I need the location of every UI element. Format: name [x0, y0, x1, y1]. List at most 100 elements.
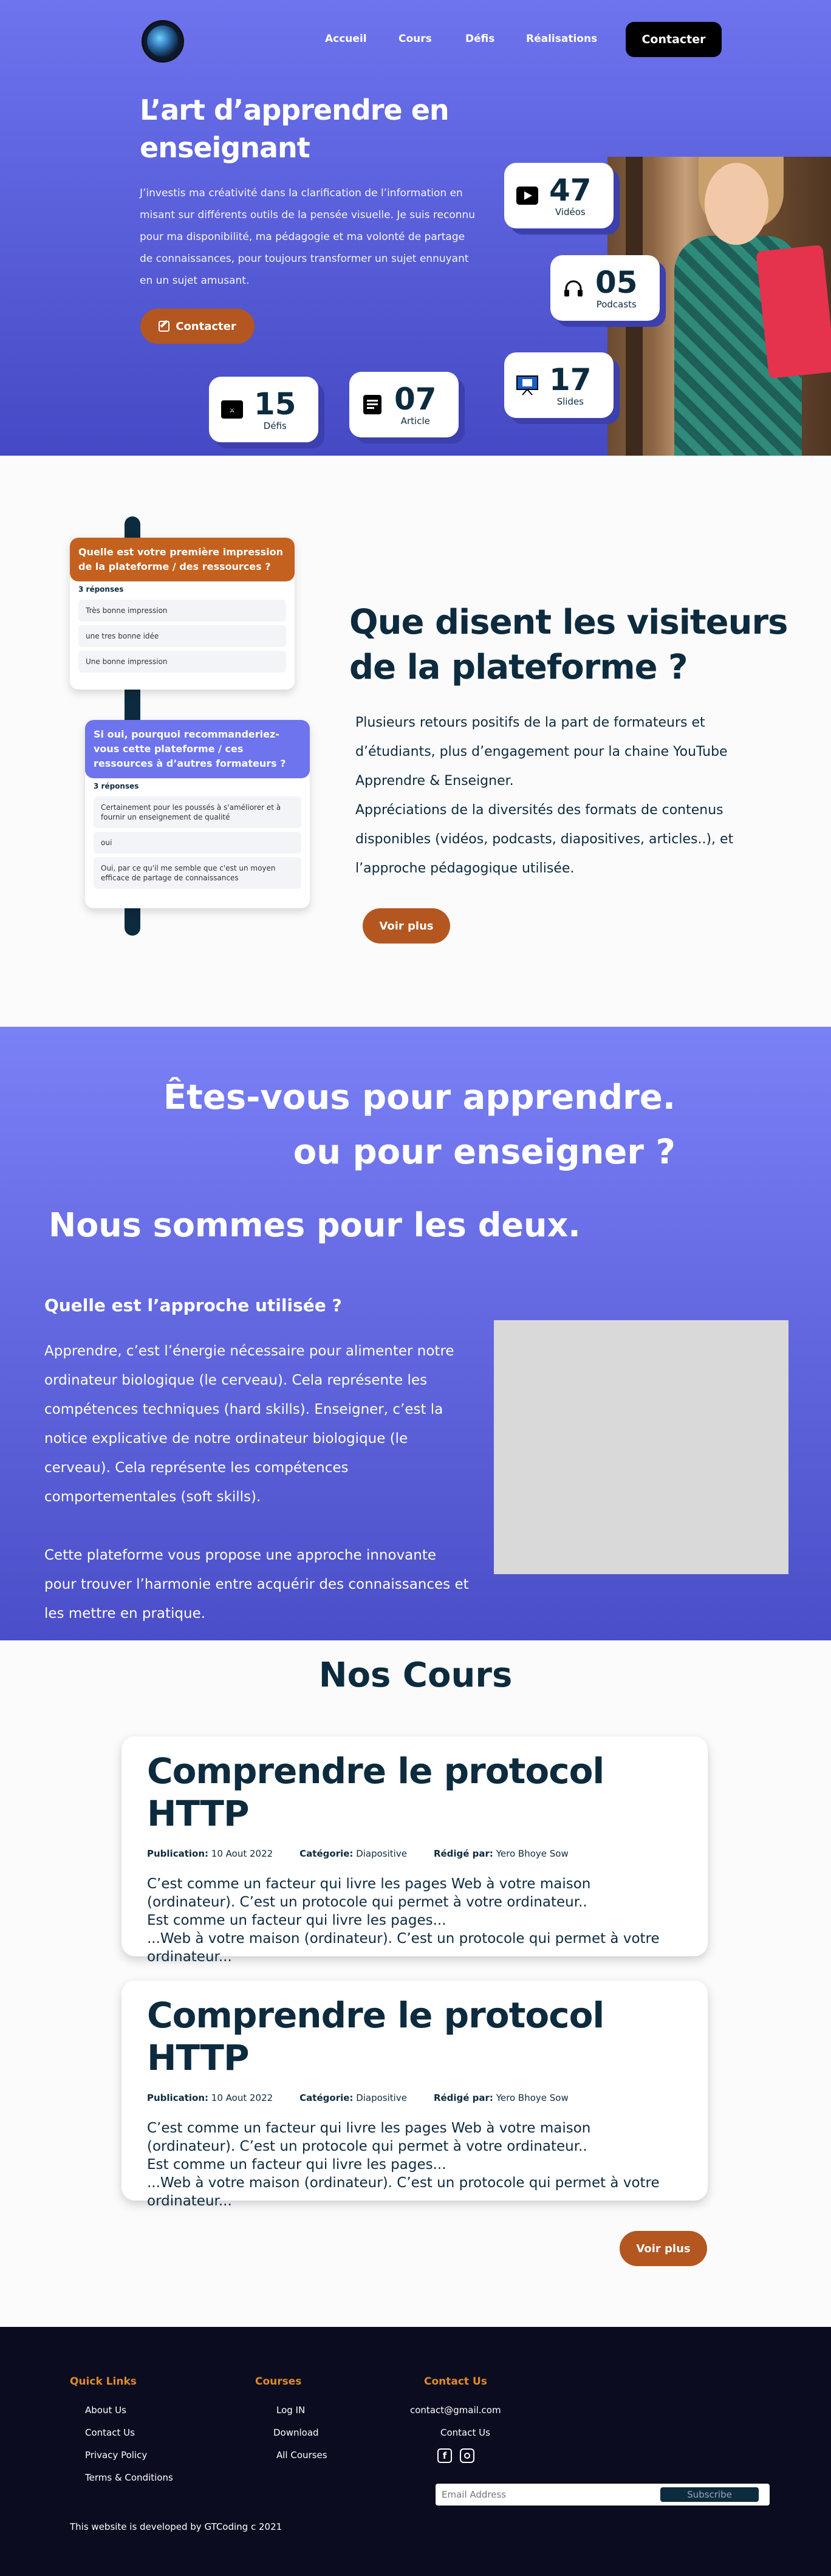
newsletter-form: Subscribe [436, 2484, 770, 2506]
course-excerpt-2: Est comme un facteur qui livre les pages… [147, 2157, 446, 2173]
pub-label: Publication: [147, 2092, 209, 2103]
hero-title: L’art d’apprendre en enseignant [140, 91, 480, 166]
logo-emblem [147, 26, 179, 57]
headphones-icon [563, 277, 584, 299]
poll1-count: 3 réponses [78, 585, 124, 594]
poll2-option: Certainement pour les poussés à s'amélio… [94, 796, 301, 828]
pub-value: 10 Aout 2022 [211, 2092, 273, 2103]
footer-contact-title: Contact Us [424, 2376, 487, 2388]
article-icon [361, 394, 383, 416]
stat-article: 07 Article [349, 372, 459, 437]
hero-contact-button[interactable]: Contacter [140, 309, 255, 344]
stat-defis-label: Défis [263, 420, 287, 431]
footer-contact-link[interactable]: Contact Us [440, 2427, 490, 2438]
poll1-option: une tres bonne idée [78, 625, 286, 647]
author-value: Yero Bhoye Sow [496, 2092, 569, 2103]
presentation-icon [516, 374, 538, 396]
testimonials-text-1: Plusieurs retours positifs de la part de… [355, 715, 728, 789]
footer-link-all-courses[interactable]: All Courses [276, 2450, 327, 2461]
approach-text-2: Cette plateforme vous propose une approc… [44, 1547, 469, 1622]
course-title[interactable]: Comprendre le protocol HTTP [147, 1994, 682, 2079]
footer-email[interactable]: contact@gmail.com [410, 2405, 501, 2416]
poll1-option: Très bonne impression [78, 600, 286, 622]
nav-realisations[interactable]: Réalisations [526, 33, 597, 45]
footer-link-contact[interactable]: Contact Us [85, 2427, 135, 2438]
facebook-icon[interactable]: f [437, 2448, 452, 2463]
poll-card-1: Quelle est votre première impression de … [70, 538, 295, 690]
author-label: Rédigé par: [433, 1848, 493, 1859]
versus-icon: ⚔ [221, 399, 243, 420]
nav-accueil[interactable]: Accueil [325, 33, 367, 45]
hero-description: J’investis ma créativité dans la clarifi… [140, 187, 476, 287]
testimonials-title-line2: de la plateforme ? [349, 648, 688, 687]
stat-slides-label: Slides [556, 396, 584, 407]
testimonials-title-line1: Que disent les visiteurs [349, 603, 788, 642]
footer-courses-title: Courses [255, 2376, 302, 2388]
media-placeholder [494, 1320, 788, 1574]
hero-title-line1: L’art d’apprendre en [140, 94, 450, 126]
footer-link-about[interactable]: About Us [85, 2405, 126, 2416]
poll1-option: Une bonne impression [78, 651, 286, 673]
poll-card-2: Si oui, pourquoi recommanderiez-vous cet… [85, 720, 310, 908]
course-meta: Publication: 10 Aout 2022 Catégorie: Dia… [147, 1848, 682, 1859]
course-card[interactable]: Comprendre le protocol HTTP Publication:… [121, 1981, 708, 2209]
nav-cours[interactable]: Cours [398, 33, 432, 45]
photo-binder [756, 244, 831, 379]
poll2-option: Oui, par ce qu'il me semble que c'est un… [94, 857, 301, 889]
contact-nav-button[interactable]: Contacter [626, 22, 722, 57]
footer-link-download[interactable]: Download [273, 2427, 319, 2438]
course-excerpt-1: C’est comme un facteur qui livre les pag… [147, 1876, 591, 1910]
approach-subtitle: Nous sommes pour les deux. [49, 1206, 581, 1244]
stat-article-value: 07 [394, 382, 437, 417]
play-icon [516, 185, 538, 207]
testimonials-text-2: Appréciations de la diversités des forma… [355, 803, 734, 876]
footer-credit: This website is developed by GTCoding c … [70, 2521, 282, 2532]
stat-videos: 47 Vidéos [504, 163, 614, 228]
site-logo[interactable] [142, 20, 184, 63]
testimonials-title: Que disent les visiteurs de la plateform… [349, 600, 799, 690]
course-excerpt-3: ...Web à votre maison (ordinateur). C’es… [147, 2175, 660, 2209]
course-excerpt: C’est comme un facteur qui livre les pag… [147, 1875, 682, 1966]
site-footer: Quick Links About Us Contact Us Privacy … [0, 2327, 831, 2576]
svg-text:⚔: ⚔ [229, 406, 235, 414]
courses-more-button[interactable]: Voir plus [620, 2231, 707, 2266]
newsletter-email-input[interactable] [442, 2487, 648, 2502]
poll2-count: 3 réponses [94, 782, 139, 790]
approach-text-1: Apprendre, c’est l’énergie nécessaire po… [44, 1343, 454, 1505]
cat-label: Catégorie: [299, 1848, 354, 1859]
approach-text: Apprendre, c’est l’énergie nécessaire po… [44, 1337, 470, 1628]
poll1-question: Quelle est votre première impression de … [70, 538, 295, 581]
stat-slides-value: 17 [549, 362, 592, 397]
stat-defis: ⚔ 15 Défis [209, 377, 318, 442]
course-excerpt: C’est comme un facteur qui livre les pag… [147, 2119, 682, 2210]
footer-link-privacy[interactable]: Privacy Policy [85, 2450, 147, 2461]
footer-quick-title: Quick Links [70, 2376, 137, 2388]
courses-title: Nos Cours [318, 1656, 513, 1695]
course-excerpt-2: Est comme un facteur qui livre les pages… [147, 1913, 446, 1928]
cat-value: Diapositive [356, 2092, 407, 2103]
testimonials-more-button[interactable]: Voir plus [363, 908, 450, 944]
cat-value: Diapositive [356, 1848, 407, 1859]
approach-heading-line1: Êtes-vous pour apprendre. [163, 1078, 675, 1117]
course-meta: Publication: 10 Aout 2022 Catégorie: Dia… [147, 2092, 682, 2103]
testimonials-text: Plusieurs retours positifs de la part de… [355, 708, 775, 883]
nav-defis[interactable]: Défis [465, 33, 494, 45]
footer-link-terms[interactable]: Terms & Conditions [85, 2472, 173, 2483]
cat-label: Catégorie: [299, 2092, 354, 2103]
subscribe-button[interactable]: Subscribe [660, 2487, 759, 2502]
edit-icon [159, 320, 170, 332]
course-title[interactable]: Comprendre le protocol HTTP [147, 1750, 682, 1835]
poll2-question: Si oui, pourquoi recommanderiez-vous cet… [85, 720, 310, 778]
pub-value: 10 Aout 2022 [211, 1848, 273, 1859]
approach-heading-line2: ou pour enseigner ? [293, 1132, 675, 1172]
stat-article-label: Article [400, 416, 430, 426]
stat-podcasts-label: Podcasts [596, 299, 637, 310]
course-card[interactable]: Comprendre le protocol HTTP Publication:… [121, 1736, 708, 1965]
author-value: Yero Bhoye Sow [496, 1848, 569, 1859]
stat-defis-value: 15 [254, 386, 296, 422]
pub-label: Publication: [147, 1848, 209, 1859]
instagram-icon[interactable] [460, 2448, 474, 2463]
footer-link-login[interactable]: Log IN [276, 2405, 305, 2416]
stat-slides: 17 Slides [504, 352, 614, 418]
stat-videos-value: 47 [549, 173, 592, 208]
